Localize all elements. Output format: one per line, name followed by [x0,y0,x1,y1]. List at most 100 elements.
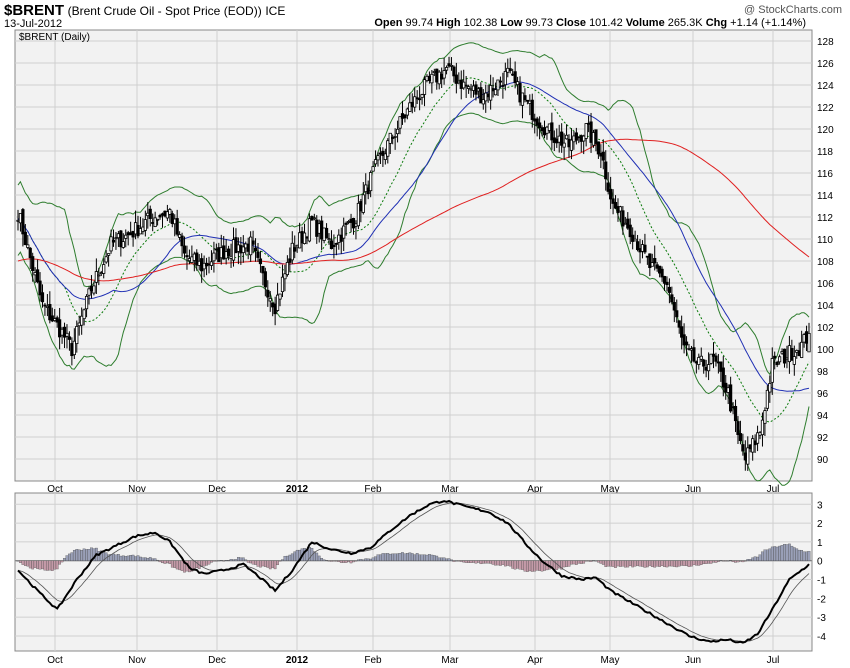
candle-body [283,273,287,280]
candle-body [381,150,385,156]
macd-histogram-bar [68,553,71,561]
macd-histogram-bar [575,560,578,565]
candle-body [253,247,258,252]
macd-histogram-bar [413,554,417,561]
candle-body [209,261,214,266]
candle-body [349,218,353,223]
candle-body [45,305,49,308]
macd-histogram-bar [219,560,223,561]
macd-histogram-bar [136,555,140,561]
candle-body [403,114,407,119]
candle-body [675,310,679,318]
candle-body [104,256,108,263]
macd-histogram-bar [623,560,627,568]
candle-body [55,317,59,323]
price-tick-label: 122 [817,103,834,114]
price-tick-label: 124 [817,81,834,92]
macd-tick-label: -3 [817,613,826,624]
candle-body [484,92,488,102]
macd-histogram-bar [472,560,475,563]
macd-histogram-bar [481,560,485,564]
macd-histogram-bar [139,556,142,561]
candle-body [400,113,405,119]
macd-histogram-bar [736,560,740,563]
candle-body [648,253,652,269]
macd-histogram-bar [290,553,294,561]
candle-body [773,355,777,359]
candle-body [334,242,338,245]
candle-body [364,184,368,193]
candle-body [97,274,101,277]
candle-body [569,139,574,151]
macd-histogram-bar [685,560,688,566]
macd-histogram-bar [322,559,326,561]
candle-body [760,419,765,436]
macd-histogram-bar [217,560,221,562]
macd-x-label: Mar [441,655,459,666]
candle-body [432,71,436,73]
macd-histogram-bar [151,558,155,561]
candle-body [523,95,527,101]
macd-histogram-bar [393,553,397,561]
candle-body [711,353,716,357]
macd-histogram-bar [77,549,81,561]
candle-body [631,234,635,242]
candle-body [765,389,769,409]
candle-body [327,238,331,241]
macd-histogram-bar [401,552,404,561]
macd-histogram-bar [579,560,583,564]
macd-histogram-bar [163,560,167,564]
candle-body [288,258,292,263]
macd-tick-label: 0 [817,557,823,568]
macd-histogram-bar [161,560,164,564]
candle-body [388,132,392,144]
candle-body [596,141,600,155]
macd-tick-label: 3 [817,500,823,511]
candle-body [435,68,439,83]
candle-body [721,367,725,388]
macd-histogram-bar [266,560,270,568]
macd-histogram-bar [354,560,358,562]
candle-body [165,211,169,219]
macd-histogram-bar [359,559,363,561]
macd-histogram-bar [788,543,791,561]
macd-histogram-bar [692,560,696,565]
candle-body [440,73,444,80]
candle-body [70,343,74,357]
macd-histogram-bar [391,553,395,561]
candle-body [26,244,30,248]
candle-body [633,238,637,242]
candle-body [650,262,654,267]
candle-body [124,234,128,239]
candle-body [35,269,40,283]
macd-histogram-bar [386,553,390,561]
macd-histogram-bar [41,560,44,570]
candle-body [479,87,483,104]
candle-body [48,304,52,321]
candle-body [182,245,187,254]
macd-tick-label: -1 [817,576,826,587]
price-tick-label: 96 [817,389,829,400]
macd-histogram-bar [783,544,786,561]
candle-body [706,364,711,372]
candle-body [38,280,42,296]
macd-histogram-bar [276,560,279,566]
price-tick-label: 118 [817,147,833,158]
candle-body [133,222,138,235]
macd-histogram-bar [254,560,257,565]
candle-body [613,202,618,209]
candle-body [21,209,25,235]
candle-body [151,222,155,224]
macd-histogram-bar [450,559,453,561]
macd-histogram-bar [633,560,637,567]
macd-histogram-bar [565,560,568,567]
candle-body [119,230,123,248]
candle-body [354,223,358,227]
macd-histogram-bar [246,560,250,563]
macd-histogram-bar [212,560,216,562]
macd-histogram-bar [425,554,429,561]
macd-histogram-bar [442,557,446,561]
candle-body [464,84,468,87]
price-tick-label: 92 [817,433,829,444]
macd-histogram-bar [80,550,84,561]
